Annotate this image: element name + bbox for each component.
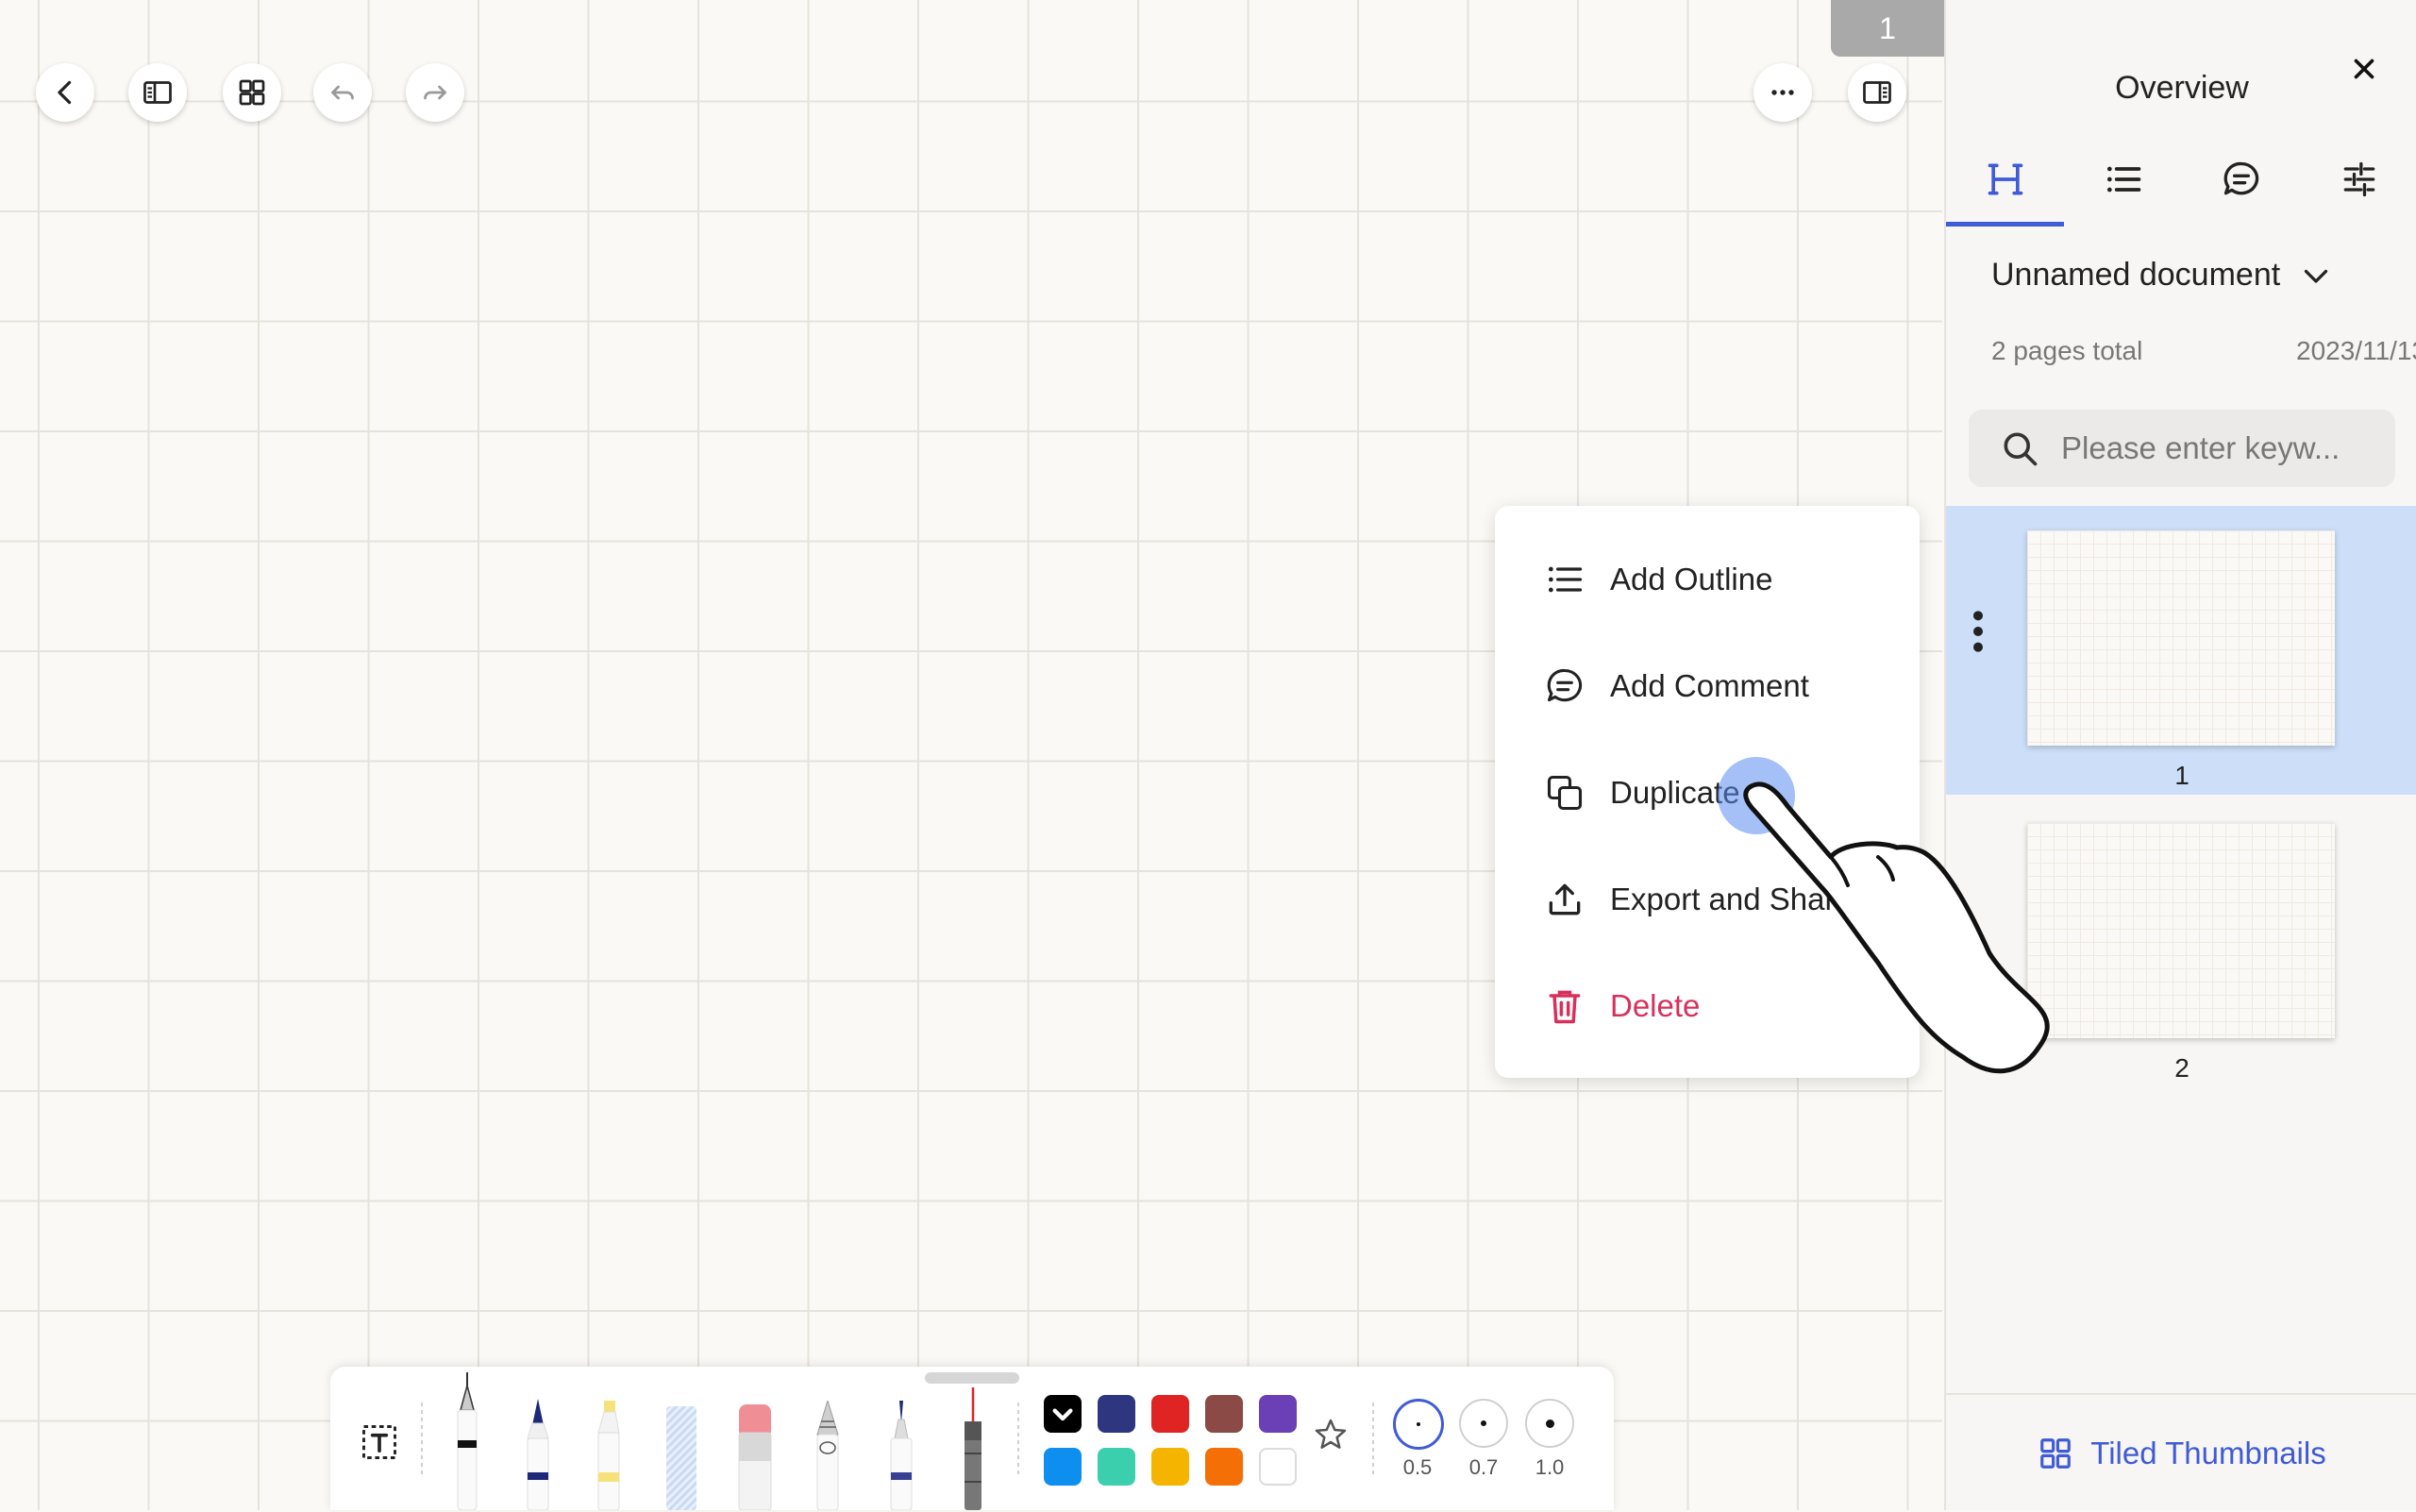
color-swatch-teal[interactable] <box>1098 1448 1135 1486</box>
color-swatch-purple[interactable] <box>1259 1395 1297 1433</box>
stroke-size-label: 0.5 <box>1402 1455 1433 1479</box>
undo-button[interactable] <box>313 63 372 122</box>
selected-check-icon <box>1052 1408 1073 1421</box>
color-swatch-white[interactable] <box>1259 1448 1297 1486</box>
document-name: Unnamed document <box>1991 257 2281 293</box>
pen-toolbar: 0.5 0.7 1.0 <box>330 1367 1614 1510</box>
pointing-hand-icon <box>1743 781 2050 1074</box>
page-thumbnail-row-1[interactable]: 1 <box>1946 506 2416 795</box>
headings-icon <box>1988 163 2022 195</box>
more-options-button[interactable] <box>1753 63 1812 122</box>
text-tool-icon[interactable] <box>359 1421 400 1463</box>
stroke-size-label: 0.7 <box>1468 1455 1499 1479</box>
stroke-size-1-0[interactable] <box>1525 1399 1574 1448</box>
toolbar-drag-handle[interactable] <box>925 1372 1019 1384</box>
menu-item-label: Add Outline <box>1610 562 1773 596</box>
tab-settings[interactable] <box>2300 132 2416 227</box>
laser-pointer-icon[interactable] <box>949 1387 997 1510</box>
highlighter-icon[interactable] <box>585 1401 632 1510</box>
marker-pen-icon[interactable] <box>514 1397 562 1510</box>
page-indicator: 1 <box>1831 0 1944 57</box>
tiled-thumbnails-label: Tiled Thumbnails <box>2090 1436 2326 1470</box>
color-swatch-navy[interactable] <box>1098 1395 1135 1433</box>
toggle-panel-button[interactable] <box>1848 63 1906 122</box>
document-name-dropdown[interactable]: Unnamed document <box>1991 257 2333 294</box>
panel-tabs <box>1946 132 2416 227</box>
tiles-icon <box>2040 1438 2072 1469</box>
pages-total: 2 pages total <box>1991 336 2143 365</box>
more-vertical-icon[interactable] <box>1969 608 1988 655</box>
tab-comments[interactable] <box>2182 132 2300 227</box>
color-swatch-orange[interactable] <box>1205 1448 1243 1486</box>
comment-icon <box>2223 161 2258 195</box>
fineliner-icon[interactable] <box>878 1401 925 1510</box>
color-swatch-red[interactable] <box>1151 1395 1189 1433</box>
search-box[interactable] <box>1969 410 2395 487</box>
size-dot <box>1481 1420 1486 1426</box>
outline-list-icon <box>1548 566 1583 593</box>
lasso-tool-icon[interactable] <box>804 1401 851 1510</box>
chevron-down-icon <box>2305 269 2328 283</box>
duplicate-icon <box>1547 775 1583 811</box>
settings-sliders-icon <box>2343 161 2374 197</box>
tab-headings[interactable] <box>1946 132 2064 227</box>
sidebar-icon <box>143 81 172 104</box>
stroke-size-0-5[interactable] <box>1393 1399 1444 1450</box>
size-dot <box>1545 1419 1554 1428</box>
redo-icon <box>424 85 446 100</box>
pattern-brush-icon[interactable] <box>659 1406 706 1510</box>
fountain-pen-icon[interactable] <box>444 1372 491 1510</box>
page-thumbnail[interactable] <box>2027 823 2335 1038</box>
tiled-thumbnails-button[interactable]: Tiled Thumbnails <box>1946 1393 2416 1512</box>
close-icon <box>2354 59 2374 79</box>
tab-outline[interactable] <box>2064 132 2182 227</box>
menu-item-add-comment[interactable]: Add Comment <box>1495 633 1920 739</box>
redo-button[interactable] <box>406 63 464 122</box>
separator <box>1017 1403 1019 1478</box>
favorite-star-icon[interactable] <box>1312 1416 1350 1453</box>
back-button[interactable] <box>36 63 94 122</box>
color-swatch-yellow[interactable] <box>1151 1448 1189 1486</box>
overview-panel: Overview Unnamed document 2 pages total … <box>1944 0 2416 1510</box>
page-indicator-number: 1 <box>1879 10 1896 45</box>
document-meta: 2 pages total 2023/11/13 <box>1991 336 2416 366</box>
comment-icon <box>1547 668 1583 702</box>
export-icon <box>1549 883 1581 916</box>
grid-view-button[interactable] <box>223 63 281 122</box>
grid-icon <box>239 79 265 106</box>
eraser-icon[interactable] <box>731 1404 779 1510</box>
toggle-sidebar-button[interactable] <box>128 63 187 122</box>
document-date: 2023/11/13 <box>2296 336 2416 365</box>
color-swatch-brown[interactable] <box>1205 1395 1243 1433</box>
menu-item-label: Add Comment <box>1610 668 1809 703</box>
separator <box>1372 1403 1374 1478</box>
menu-item-label: Delete <box>1610 988 1701 1023</box>
separator <box>421 1403 423 1478</box>
page-thumbnail[interactable] <box>2027 530 2335 746</box>
trash-icon <box>1549 990 1581 1024</box>
more-icon <box>1771 90 1794 95</box>
color-swatch-blue[interactable] <box>1044 1448 1082 1486</box>
search-icon <box>2004 432 2038 466</box>
size-dot <box>1417 1422 1420 1426</box>
color-swatch-black[interactable] <box>1044 1395 1082 1433</box>
list-icon <box>2106 166 2140 193</box>
undo-icon <box>331 85 354 100</box>
stroke-size-0-7[interactable] <box>1459 1399 1508 1448</box>
menu-item-add-outline[interactable]: Add Outline <box>1495 527 1920 632</box>
back-icon <box>58 80 72 105</box>
stroke-size-label: 1.0 <box>1535 1455 1565 1479</box>
close-panel-button[interactable] <box>2342 47 2386 91</box>
panel-toggle-icon <box>1863 81 1891 104</box>
search-input[interactable] <box>2059 429 2384 467</box>
